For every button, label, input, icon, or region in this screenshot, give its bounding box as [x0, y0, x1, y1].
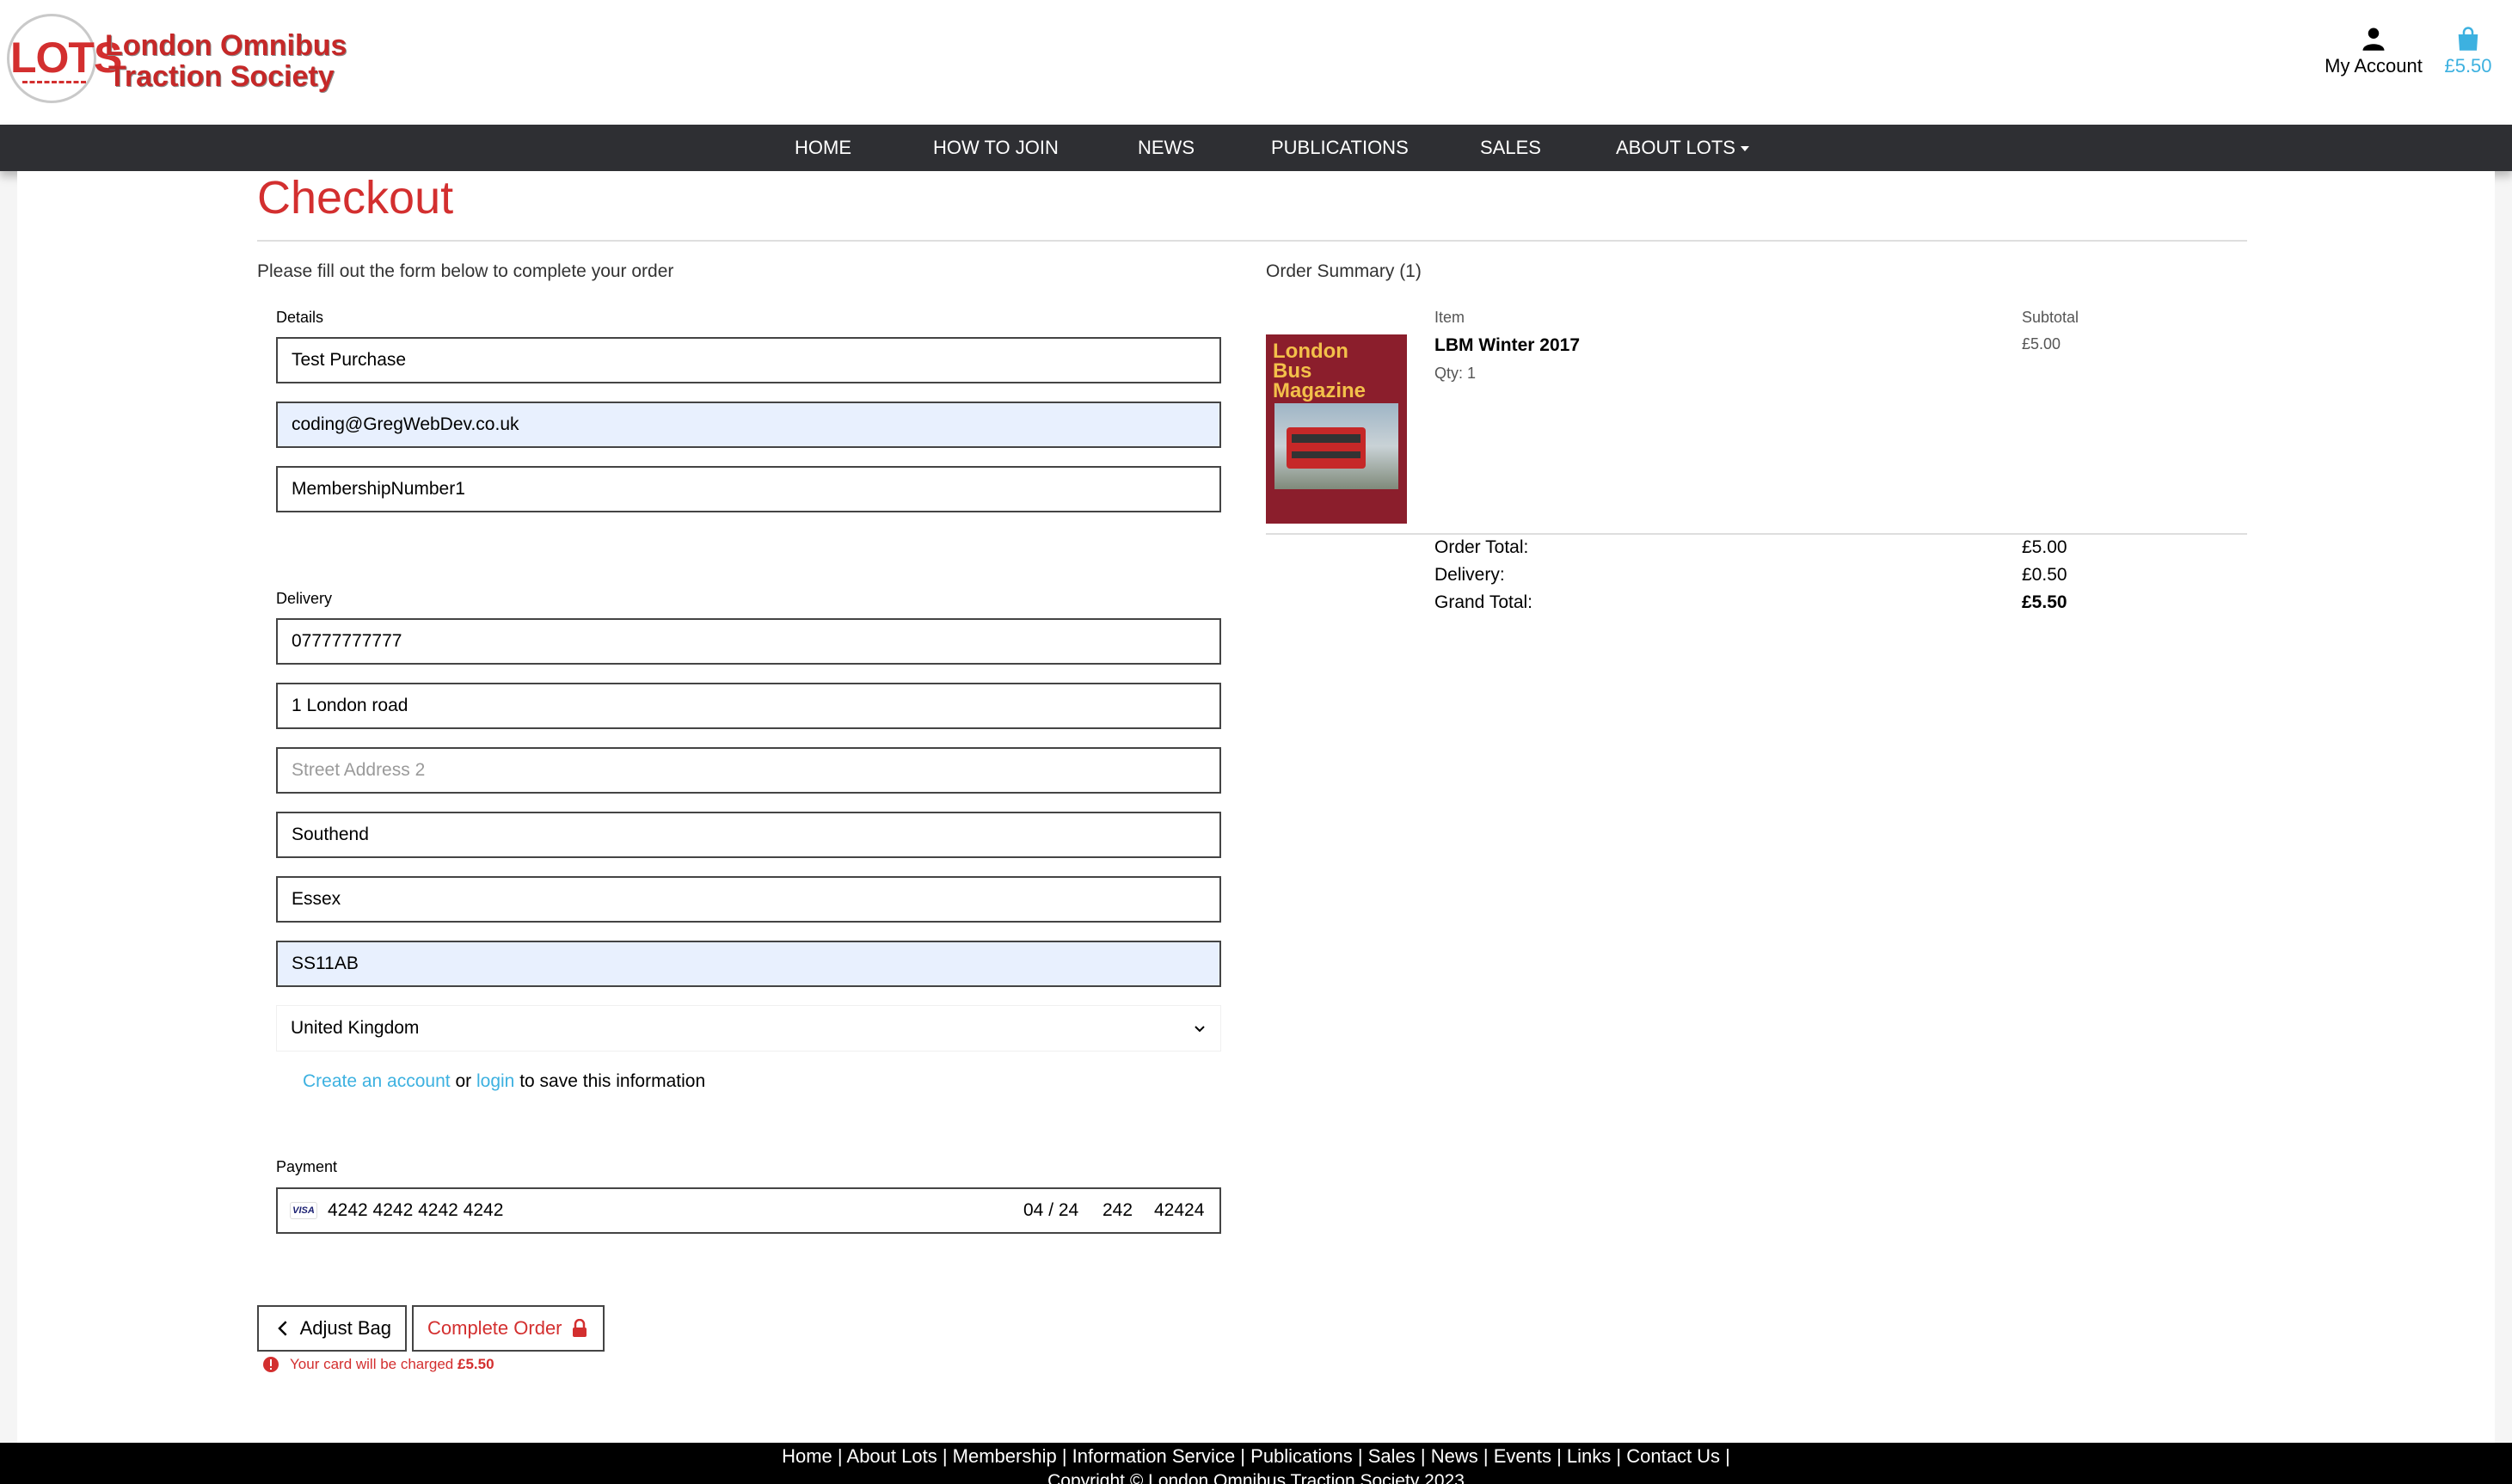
- footer-link-information-service[interactable]: Information Service: [1072, 1445, 1236, 1467]
- adjust-bag-label: Adjust Bag: [299, 1317, 391, 1339]
- item-subtotal: £5.00: [2022, 335, 2061, 353]
- street-address-2-placeholder: Street Address 2: [292, 760, 426, 780]
- my-account-label: My Account: [2325, 55, 2423, 77]
- logo-dash: [22, 81, 86, 84]
- membership-number-field[interactable]: MembershipNumber1: [276, 466, 1221, 512]
- save-info-suffix: to save this information: [519, 1071, 706, 1091]
- footer-link-news[interactable]: News: [1431, 1445, 1478, 1467]
- charge-note-text: Your card will be charged: [290, 1356, 454, 1372]
- footer-link-links[interactable]: Links: [1567, 1445, 1611, 1467]
- country-select[interactable]: United Kingdom: [276, 1005, 1221, 1052]
- grand-total-label: Grand Total:: [1434, 592, 1533, 612]
- street-address-1-field[interactable]: 1 London road: [276, 683, 1221, 729]
- complete-order-button[interactable]: Complete Order: [412, 1305, 605, 1352]
- order-total-label: Order Total:: [1434, 537, 1529, 557]
- order-total-value: £5.00: [2022, 537, 2067, 557]
- product-cover-image: London Bus Magazine: [1266, 334, 1407, 524]
- shopping-bag-link[interactable]: £5.50: [2434, 26, 2503, 77]
- phone-field[interactable]: 07777777777: [276, 618, 1221, 665]
- nav-about-lots[interactable]: ABOUT LOTS: [1616, 125, 1749, 171]
- cover-title-line3: Magazine: [1273, 379, 1367, 402]
- cover-photo: [1274, 403, 1398, 489]
- save-info-or: or: [455, 1071, 472, 1091]
- postcode-field[interactable]: SS11AB: [276, 941, 1221, 987]
- cover-title: London Bus Magazine: [1273, 340, 1367, 402]
- lock-icon: [572, 1319, 587, 1337]
- nav-how-to-join[interactable]: HOW TO JOIN: [933, 125, 1059, 171]
- item-name: LBM Winter 2017: [1434, 335, 1581, 355]
- charge-note-amount: £5.50: [458, 1356, 494, 1372]
- bus-illustration: [1287, 427, 1366, 469]
- intro-text: Please fill out the form below to comple…: [257, 261, 674, 281]
- payment-label: Payment: [276, 1158, 338, 1175]
- copyright-text: Copyright © London Omnibus Traction Soci…: [1047, 1471, 1465, 1484]
- footer-link-events[interactable]: Events: [1494, 1445, 1551, 1467]
- delivery-cost-label: Delivery:: [1434, 565, 1505, 585]
- adjust-bag-button[interactable]: Adjust Bag: [257, 1305, 407, 1352]
- cover-title-line2: Bus: [1273, 359, 1312, 383]
- country-select-value: United Kingdom: [291, 1018, 420, 1038]
- delivery-cost-value: £0.50: [2022, 565, 2067, 585]
- user-icon: [2362, 28, 2385, 51]
- main-nav: HOME HOW TO JOIN NEWS PUBLICATIONS SALES…: [0, 125, 2512, 171]
- nav-publications[interactable]: PUBLICATIONS: [1271, 125, 1409, 171]
- town-field[interactable]: Southend: [276, 812, 1221, 858]
- complete-order-label: Complete Order: [427, 1317, 562, 1339]
- card-zip-field[interactable]: 42424: [1154, 1200, 1207, 1221]
- email-field[interactable]: coding@GregWebDev.co.uk: [276, 402, 1221, 448]
- details-label: Details: [276, 309, 324, 326]
- footer-link-membership[interactable]: Membership: [953, 1445, 1057, 1467]
- footer-link-contact-us[interactable]: Contact Us: [1626, 1445, 1720, 1467]
- footer-link-sales[interactable]: Sales: [1368, 1445, 1416, 1467]
- logo-name-line2: Traction Society: [108, 60, 335, 93]
- checkout-content: Checkout Please fill out the form below …: [17, 171, 2495, 1443]
- footer-links: Home | About Lots | Membership | Informa…: [782, 1445, 1730, 1467]
- create-account-link[interactable]: Create an account: [303, 1071, 451, 1091]
- summary-divider: [1266, 533, 2247, 535]
- chevron-left-icon: [278, 1321, 287, 1336]
- site-footer: Home | About Lots | Membership | Informa…: [0, 1443, 2512, 1484]
- caret-down-icon: [1740, 146, 1749, 152]
- charge-note: Your card will be charged £5.50: [262, 1356, 494, 1373]
- street-address-2-field[interactable]: Street Address 2: [276, 747, 1221, 794]
- shopping-bag-icon: [2458, 27, 2478, 51]
- nav-home[interactable]: HOME: [795, 125, 851, 171]
- card-input[interactable]: VISA 4242 4242 4242 4242 04 / 24 242 424…: [276, 1187, 1221, 1234]
- title-divider: [257, 240, 2247, 242]
- delivery-label: Delivery: [276, 590, 333, 607]
- card-expiry-field[interactable]: 04 / 24: [1023, 1200, 1102, 1221]
- nav-sales[interactable]: SALES: [1480, 125, 1541, 171]
- login-link[interactable]: login: [476, 1071, 514, 1091]
- footer-link-about-lots[interactable]: About Lots: [847, 1445, 937, 1467]
- card-number-field[interactable]: 4242 4242 4242 4242: [328, 1200, 1023, 1221]
- chevron-down-icon: [1195, 1026, 1205, 1033]
- county-field[interactable]: Essex: [276, 876, 1221, 923]
- card-cvc-field[interactable]: 242: [1102, 1200, 1154, 1221]
- cover-title-line1: London: [1273, 340, 1348, 363]
- footer-link-home[interactable]: Home: [782, 1445, 832, 1467]
- page-title: Checkout: [257, 172, 454, 224]
- full-name-field[interactable]: Test Purchase: [276, 337, 1221, 383]
- nav-about-lots-label: ABOUT LOTS: [1616, 137, 1735, 158]
- my-account-link[interactable]: My Account: [2322, 26, 2425, 77]
- footer-link-publications[interactable]: Publications: [1250, 1445, 1353, 1467]
- grand-total-value: £5.50: [2022, 592, 2067, 612]
- bag-total: £5.50: [2444, 55, 2492, 77]
- col-header-subtotal: Subtotal: [2022, 309, 2079, 326]
- order-summary-title: Order Summary (1): [1266, 261, 1422, 281]
- visa-card-icon: VISA: [290, 1202, 317, 1219]
- alert-icon: [263, 1357, 279, 1372]
- nav-news[interactable]: NEWS: [1138, 125, 1195, 171]
- logo-name-line1: London Omnibus: [105, 29, 347, 62]
- site-logo[interactable]: LOTS London Omnibus Traction Society: [7, 14, 347, 103]
- site-header: LOTS London Omnibus Traction Society My …: [0, 0, 2512, 125]
- save-info-text: Create an account or login to save this …: [303, 1071, 705, 1092]
- item-qty: Qty: 1: [1434, 365, 1477, 382]
- col-header-item: Item: [1434, 309, 1465, 326]
